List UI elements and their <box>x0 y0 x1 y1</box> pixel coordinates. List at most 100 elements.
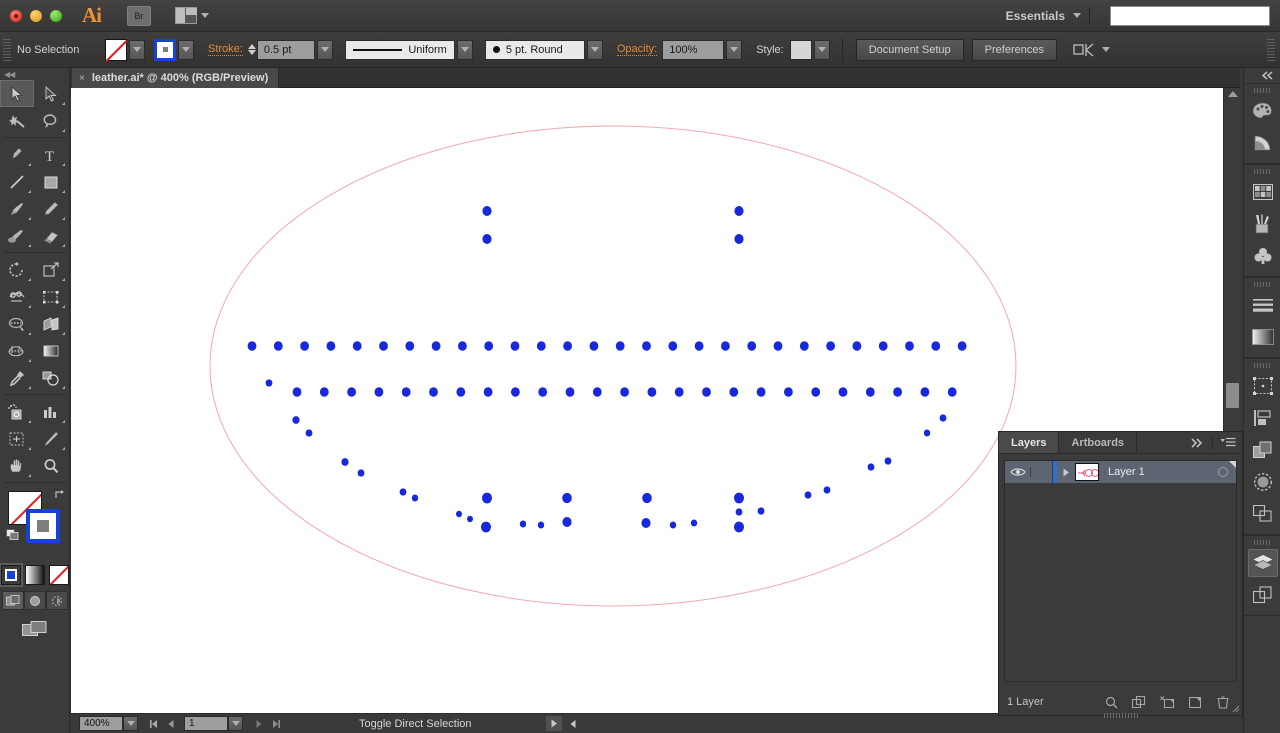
zoom-tool[interactable] <box>34 452 68 479</box>
collapse-panel-icon[interactable] <box>1191 437 1205 448</box>
artboards-panel-icon-2[interactable] <box>1244 579 1280 611</box>
anchor-point[interactable] <box>458 341 467 351</box>
create-new-layer-button[interactable] <box>1184 693 1206 711</box>
layer-row[interactable]: Layer 1 <box>1005 461 1236 483</box>
paintbrush-tool[interactable] <box>0 195 34 222</box>
anchor-point[interactable] <box>852 341 862 351</box>
anchor-point[interactable] <box>401 387 411 397</box>
swap-fill-stroke-icon[interactable] <box>54 489 66 501</box>
anchor-point[interactable] <box>484 341 494 351</box>
stepper-up-icon[interactable] <box>247 44 256 49</box>
first-artboard-button[interactable] <box>146 716 161 731</box>
artboard-tool[interactable] <box>0 425 34 452</box>
anchor-point[interactable] <box>867 463 875 471</box>
anchor-point[interactable] <box>467 515 473 523</box>
anchor-point[interactable] <box>374 387 384 397</box>
anchor-point[interactable] <box>273 341 283 351</box>
anchor-point[interactable] <box>589 341 599 351</box>
default-fill-stroke-icon[interactable] <box>6 529 20 541</box>
pencil-tool[interactable] <box>34 195 68 222</box>
anchor-point[interactable] <box>592 387 602 397</box>
ellipse-path[interactable] <box>209 125 1017 607</box>
draw-inside-icon[interactable] <box>45 591 68 610</box>
anchor-point[interactable] <box>823 486 831 494</box>
anchor-point[interactable] <box>734 234 744 244</box>
anchor-point[interactable] <box>747 341 757 351</box>
free-transform-tool[interactable] <box>34 283 68 310</box>
anchor-point[interactable] <box>326 341 336 351</box>
brushes-panel-icon[interactable] <box>1244 208 1280 240</box>
artboard-number-field[interactable]: 1 <box>184 716 228 731</box>
artboard-dropdown-button[interactable] <box>228 716 243 731</box>
anchor-point[interactable] <box>265 379 273 387</box>
pathfinder-panel-icon[interactable] <box>1244 434 1280 466</box>
anchor-point[interactable] <box>538 387 548 397</box>
graphic-style-swatch[interactable] <box>789 39 812 60</box>
swatches-panel-icon[interactable] <box>1244 176 1280 208</box>
slice-tool[interactable] <box>34 425 68 452</box>
anchor-point[interactable] <box>405 341 415 351</box>
layers-list[interactable]: Layer 1 <box>1004 460 1237 682</box>
transparency-panel-icon[interactable] <box>1244 466 1280 498</box>
anchor-point[interactable] <box>341 458 349 466</box>
anchor-point[interactable] <box>756 387 766 397</box>
layers-panel-icon[interactable] <box>1244 547 1280 579</box>
selection-tool[interactable] <box>0 80 34 107</box>
anchor-point[interactable] <box>511 387 520 397</box>
blend-tool[interactable] <box>34 364 68 391</box>
anchor-point[interactable] <box>734 206 744 216</box>
anchor-point[interactable] <box>734 492 744 504</box>
rotate-tool[interactable] <box>0 256 34 283</box>
panel-bottom-grip[interactable] <box>1103 713 1138 718</box>
pen-tool[interactable] <box>0 141 34 168</box>
type-tool[interactable]: T <box>34 141 68 168</box>
anchor-point[interactable] <box>773 341 783 351</box>
dock-group-grip[interactable] <box>1244 167 1280 176</box>
anchor-points-group[interactable] <box>247 206 967 533</box>
document-setup-button[interactable]: Document Setup <box>855 38 964 61</box>
anchor-point[interactable] <box>957 341 967 351</box>
anchor-point[interactable] <box>247 341 257 351</box>
workspace-switcher[interactable]: Essentials <box>1006 9 1065 23</box>
anchor-point[interactable] <box>456 387 466 397</box>
workspace-chevron-down-icon[interactable] <box>1073 13 1081 18</box>
stroke-weight-dropdown-button[interactable] <box>316 39 333 60</box>
anchor-point[interactable] <box>411 494 419 502</box>
control-bar-right-grip[interactable] <box>1267 38 1275 61</box>
tools-panel-grip[interactable]: ◀◀ <box>0 68 69 80</box>
shape-builder-tool[interactable] <box>0 310 34 337</box>
minimize-window-button[interactable] <box>30 9 42 22</box>
opacity-dropdown-button[interactable] <box>726 39 743 60</box>
last-artboard-button[interactable] <box>268 716 283 731</box>
anchor-point[interactable] <box>563 341 572 351</box>
anchor-point[interactable] <box>565 387 575 397</box>
width-tool[interactable] <box>0 283 34 310</box>
anchor-point[interactable] <box>456 510 462 518</box>
perspective-grid-tool[interactable] <box>34 310 68 337</box>
anchor-point[interactable] <box>878 341 888 351</box>
bridge-button[interactable]: Br <box>127 5 151 26</box>
layer-target-indicator[interactable] <box>1218 467 1228 477</box>
gradient-mode-icon[interactable] <box>24 565 45 585</box>
stroke-profile-dropdown-button[interactable] <box>456 39 473 60</box>
anchor-point[interactable] <box>305 429 313 437</box>
anchor-point[interactable] <box>300 341 309 351</box>
dock-expand-button[interactable] <box>1244 68 1280 83</box>
scroll-left-button[interactable] <box>566 716 581 731</box>
stroke-panel-icon[interactable] <box>1244 289 1280 321</box>
anchor-point[interactable] <box>482 492 492 504</box>
anchor-point[interactable] <box>429 387 438 397</box>
anchor-point[interactable] <box>784 387 793 397</box>
anchor-point[interactable] <box>826 341 835 351</box>
color-guide-panel-icon[interactable] <box>1244 127 1280 159</box>
next-artboard-button[interactable] <box>251 716 266 731</box>
anchor-point[interactable] <box>799 341 809 351</box>
anchor-point[interactable] <box>357 469 365 477</box>
anchor-point[interactable] <box>481 521 491 533</box>
layer-name[interactable]: Layer 1 <box>1108 466 1145 478</box>
tab-layers[interactable]: Layers <box>999 432 1060 453</box>
anchor-point[interactable] <box>939 414 947 422</box>
search-input[interactable] <box>1110 5 1270 26</box>
anchor-point[interactable] <box>620 387 629 397</box>
anchor-point[interactable] <box>923 429 931 437</box>
